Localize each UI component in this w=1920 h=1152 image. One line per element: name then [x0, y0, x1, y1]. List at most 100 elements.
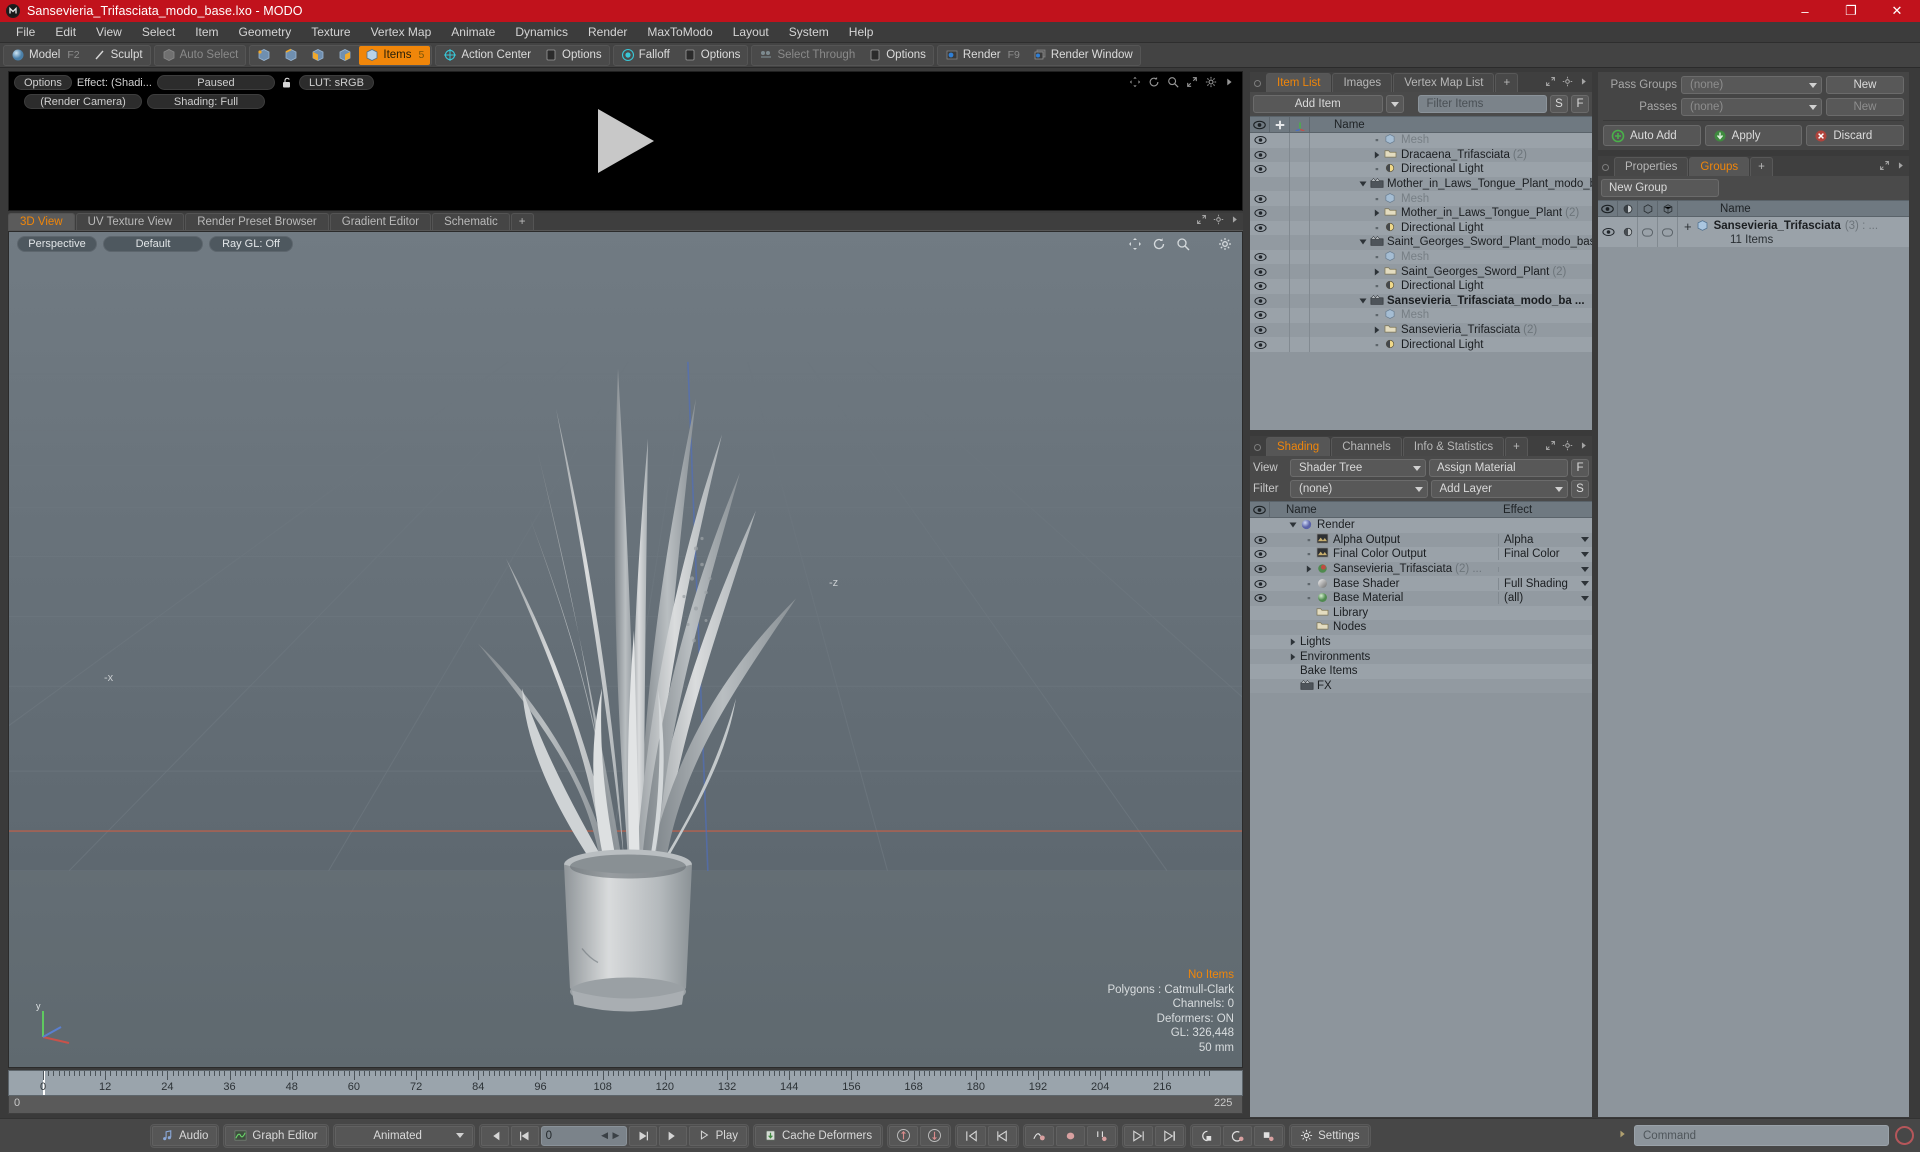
pan-icon[interactable] [1129, 76, 1141, 91]
first-frame-icon[interactable] [480, 1125, 509, 1146]
axis-column-icon[interactable] [1290, 117, 1310, 132]
chevron-right-icon[interactable] [1372, 209, 1381, 217]
row-visibility-toggle[interactable] [1250, 296, 1270, 306]
chevron-right-icon[interactable] [1288, 653, 1297, 661]
item-list-row[interactable]: Mesh [1250, 249, 1592, 265]
chevron-right-icon[interactable] [1288, 638, 1297, 646]
row-visibility-toggle[interactable] [1250, 150, 1270, 160]
render-shading-button[interactable]: Shading: Full [147, 94, 265, 109]
add-item-dropdown-button[interactable] [1385, 95, 1404, 113]
chevron-down-icon[interactable] [1581, 581, 1589, 587]
last-frame-icon[interactable] [658, 1125, 687, 1146]
menu-item-layout[interactable]: Layout [723, 22, 779, 43]
chevron-down-icon[interactable] [1358, 297, 1367, 305]
shading-tree-row[interactable]: Lights [1250, 634, 1592, 650]
shade-column-icon[interactable] [1618, 201, 1638, 216]
set-key-start-icon[interactable] [957, 1125, 987, 1146]
shading-f-button[interactable]: F [1571, 459, 1589, 477]
new-group-button[interactable]: New Group [1601, 179, 1719, 197]
current-frame-input[interactable]: 0 ◄► [540, 1125, 627, 1146]
item-list-row[interactable]: Sansevieria_Trifasciata (2) [1250, 322, 1592, 338]
render-camera-button[interactable]: (Render Camera) [24, 94, 142, 109]
shading-tree-row[interactable]: Final Color Output Final Color [1250, 547, 1592, 562]
3d-viewport[interactable]: Perspective Default Ray GL: Off No Items… [8, 231, 1243, 1068]
viewport-tab-render-preset-browser[interactable]: Render Preset Browser [185, 213, 329, 230]
menu-item-system[interactable]: System [779, 22, 839, 43]
shading-tree-row[interactable]: Nodes [1250, 620, 1592, 635]
shading-row-effect[interactable]: Final Color [1498, 548, 1592, 561]
item-list-row[interactable]: Dracaena_Trifasciata (2) [1250, 147, 1592, 163]
row-shade-toggle[interactable] [1618, 217, 1638, 247]
tab--[interactable]: + [1495, 73, 1519, 92]
row-axis-cell[interactable] [1290, 176, 1310, 192]
row-axis-cell[interactable] [1290, 278, 1310, 294]
shading-tree-row[interactable]: Sansevieria_Trifasciata (2) ... [1250, 561, 1592, 577]
shading-row-effect[interactable] [1498, 566, 1592, 572]
tab-groups[interactable]: Groups [1689, 157, 1750, 176]
panel-grip-dot[interactable] [1254, 444, 1261, 451]
arrow-right-icon[interactable] [1579, 76, 1588, 90]
link-a-icon[interactable] [1192, 1125, 1222, 1146]
shading-tree-row[interactable]: Bake Items [1250, 663, 1592, 679]
eye-column-icon[interactable] [1250, 117, 1270, 132]
render-preview-paused-button[interactable]: Paused [156, 75, 275, 90]
row-visibility-toggle[interactable] [1250, 194, 1270, 204]
animated-dropdown[interactable]: Animated [334, 1125, 473, 1146]
fit-icon[interactable] [1545, 76, 1556, 90]
row-visibility-toggle[interactable] [1250, 135, 1270, 145]
menu-item-render[interactable]: Render [578, 22, 637, 43]
menu-item-help[interactable]: Help [839, 22, 884, 43]
chevron-down-icon[interactable] [1581, 566, 1589, 572]
auto-select-button[interactable]: Auto Select [156, 46, 245, 65]
item-list-row[interactable]: Mesh [1250, 133, 1592, 148]
menu-item-texture[interactable]: Texture [301, 22, 360, 43]
key-down-icon[interactable] [920, 1125, 950, 1146]
chevron-down-icon[interactable] [1358, 180, 1367, 188]
row-axis-cell[interactable] [1290, 220, 1310, 236]
viewport-control-perspective[interactable]: Perspective [17, 236, 97, 252]
item-list-row[interactable]: Directional Light [1250, 220, 1592, 236]
viewport-control-ray-gl-off[interactable]: Ray GL: Off [209, 236, 293, 252]
item-list-row[interactable]: Mesh [1250, 308, 1592, 323]
gear-icon[interactable] [1562, 76, 1573, 90]
arrow-right-icon[interactable] [1224, 76, 1234, 91]
row-visibility-toggle[interactable] [1250, 223, 1270, 233]
action-center-options-button[interactable]: Options [538, 46, 608, 65]
eye-column-icon[interactable] [1598, 201, 1618, 216]
shading-row-effect[interactable]: Alpha [1498, 533, 1592, 546]
viewport-tab-uv-texture-view[interactable]: UV Texture View [75, 213, 185, 230]
chevron-down-icon[interactable] [1288, 521, 1297, 529]
menu-item-dynamics[interactable]: Dynamics [505, 22, 578, 43]
eye-column-icon[interactable] [1250, 502, 1270, 517]
chevron-down-icon[interactable] [1581, 551, 1589, 557]
item-list-row[interactable]: Saint_Georges_Sword_Plant (2) [1250, 264, 1592, 279]
chevron-right-icon[interactable] [1372, 151, 1381, 159]
item-list-row[interactable]: Directional Light [1250, 162, 1592, 177]
gear-icon[interactable] [1213, 214, 1224, 228]
row-visibility-toggle[interactable] [1250, 579, 1270, 589]
shader-tree-dropdown[interactable]: Shader Tree [1290, 459, 1426, 477]
timeline[interactable]: 0 12 24 36 48 60 72 84 96 108 120 132 144 156 168 180 19… [8, 1070, 1243, 1118]
command-record-icon[interactable] [1895, 1126, 1914, 1145]
item-list-row[interactable]: Mother_in_Laws_Tongue_Plant (2) [1250, 205, 1592, 221]
cache-deformers-button[interactable]: Cache Deformers [755, 1125, 882, 1146]
select-through-button[interactable]: Select Through [753, 46, 861, 65]
assign-material-button[interactable]: Assign Material [1429, 459, 1568, 477]
row-lock-cell[interactable] [1270, 133, 1290, 148]
chevron-down-icon[interactable] [1581, 595, 1589, 601]
tab-info-statistics[interactable]: Info & Statistics [1402, 437, 1505, 456]
next-key-icon[interactable] [1124, 1125, 1154, 1146]
rotate-icon[interactable] [1148, 76, 1160, 91]
shading-tree-row[interactable]: FX [1250, 678, 1592, 694]
items-mode-button[interactable]: Items 5 [359, 45, 431, 65]
viewport-control-default[interactable]: Default [103, 236, 203, 252]
groups-tree[interactable]: + Sansevieria_Trifasciata (3) : ... 11 I… [1598, 217, 1909, 1117]
tab-properties[interactable]: Properties [1614, 157, 1689, 176]
auto-add-button[interactable]: Auto Add [1603, 125, 1701, 146]
viewport-tab-schematic[interactable]: Schematic [432, 213, 510, 230]
row-visibility-toggle[interactable] [1250, 208, 1270, 218]
pass-groups-new-button[interactable]: New [1826, 76, 1904, 94]
chevron-down-icon[interactable] [1358, 238, 1367, 246]
row-axis-cell[interactable] [1290, 249, 1310, 265]
menu-item-edit[interactable]: Edit [45, 22, 86, 43]
